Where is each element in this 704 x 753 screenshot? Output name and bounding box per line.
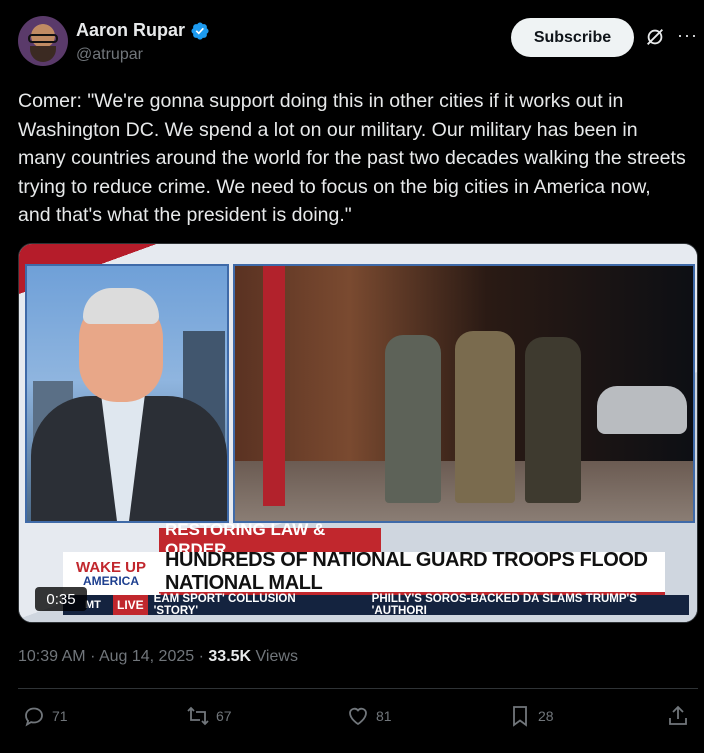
ticker-item: EAM SPORT' COLLUSION 'STORY' bbox=[153, 593, 296, 617]
divider bbox=[18, 688, 698, 689]
video-duration-badge: 0:35 bbox=[35, 587, 87, 611]
logo-line1: WAKE UP bbox=[75, 558, 146, 576]
repost-count: 67 bbox=[216, 708, 232, 724]
like-button[interactable]: 81 bbox=[346, 704, 392, 728]
bookmark-count: 28 bbox=[538, 708, 554, 724]
views-label: Views bbox=[255, 648, 298, 665]
bookmark-button[interactable]: 28 bbox=[508, 704, 554, 728]
post-time[interactable]: 10:39 AM bbox=[18, 648, 86, 665]
video-left-panel-anchor bbox=[25, 264, 229, 523]
heart-icon bbox=[349, 707, 367, 726]
share-icon bbox=[669, 705, 687, 725]
tweet-meta: 10:39 AM · Aug 14, 2025 · 33.5K Views bbox=[18, 648, 298, 666]
name-row: Aaron Rupar bbox=[76, 20, 210, 41]
subscribe-button[interactable]: Subscribe bbox=[511, 18, 634, 57]
avatar[interactable] bbox=[18, 16, 68, 66]
meta-separator: · bbox=[90, 648, 96, 665]
post-date[interactable]: Aug 14, 2025 bbox=[99, 648, 194, 665]
video-right-panel-footage bbox=[233, 264, 695, 523]
share-button[interactable] bbox=[666, 704, 690, 728]
reply-icon bbox=[25, 707, 43, 727]
chyron-main: HUNDREDS OF NATIONAL GUARD TROOPS FLOOD … bbox=[159, 549, 665, 595]
meta-separator: · bbox=[198, 648, 204, 665]
reply-button[interactable]: 71 bbox=[22, 704, 68, 728]
parked-car bbox=[597, 386, 687, 434]
tweet-actions: 71 67 81 28 bbox=[18, 704, 698, 738]
tweet-text: Comer: "We're gonna support doing this i… bbox=[18, 90, 686, 226]
live-badge: LIVE bbox=[113, 595, 148, 615]
views-count: 33.5K bbox=[208, 648, 252, 665]
agent-figure bbox=[385, 335, 441, 503]
bookmark-icon bbox=[513, 706, 527, 727]
reply-count: 71 bbox=[52, 708, 68, 724]
soldier-figure bbox=[455, 331, 515, 503]
more-icon[interactable]: ··· bbox=[677, 26, 697, 48]
soldier-figure bbox=[525, 337, 581, 503]
logo-line2: AMERICA bbox=[83, 573, 139, 588]
grok-icon[interactable] bbox=[644, 26, 666, 48]
video-player[interactable]: WAKE UP AMERICA RESTORING LAW & ORDER HU… bbox=[18, 243, 698, 623]
ticker-item: PHILLY'S SOROS-BACKED DA SLAMS TRUMP'S '… bbox=[371, 593, 637, 617]
verified-badge-icon bbox=[191, 21, 209, 40]
like-count: 81 bbox=[376, 708, 392, 724]
news-ticker: MT LIVE EAM SPORT' COLLUSION 'STORY' PHI… bbox=[63, 593, 689, 617]
avatar-glasses bbox=[28, 34, 58, 43]
avatar-beard bbox=[30, 46, 56, 62]
red-pillar bbox=[263, 266, 285, 506]
tweet-header: Aaron Rupar @atrupar Subscribe ··· bbox=[18, 14, 697, 70]
ticker-mt: MT bbox=[85, 599, 101, 611]
user-handle[interactable]: @atrupar bbox=[76, 46, 143, 64]
repost-button[interactable]: 67 bbox=[186, 704, 232, 728]
display-name[interactable]: Aaron Rupar bbox=[76, 20, 185, 41]
repost-icon bbox=[187, 706, 209, 726]
speaker-hair bbox=[83, 288, 159, 324]
